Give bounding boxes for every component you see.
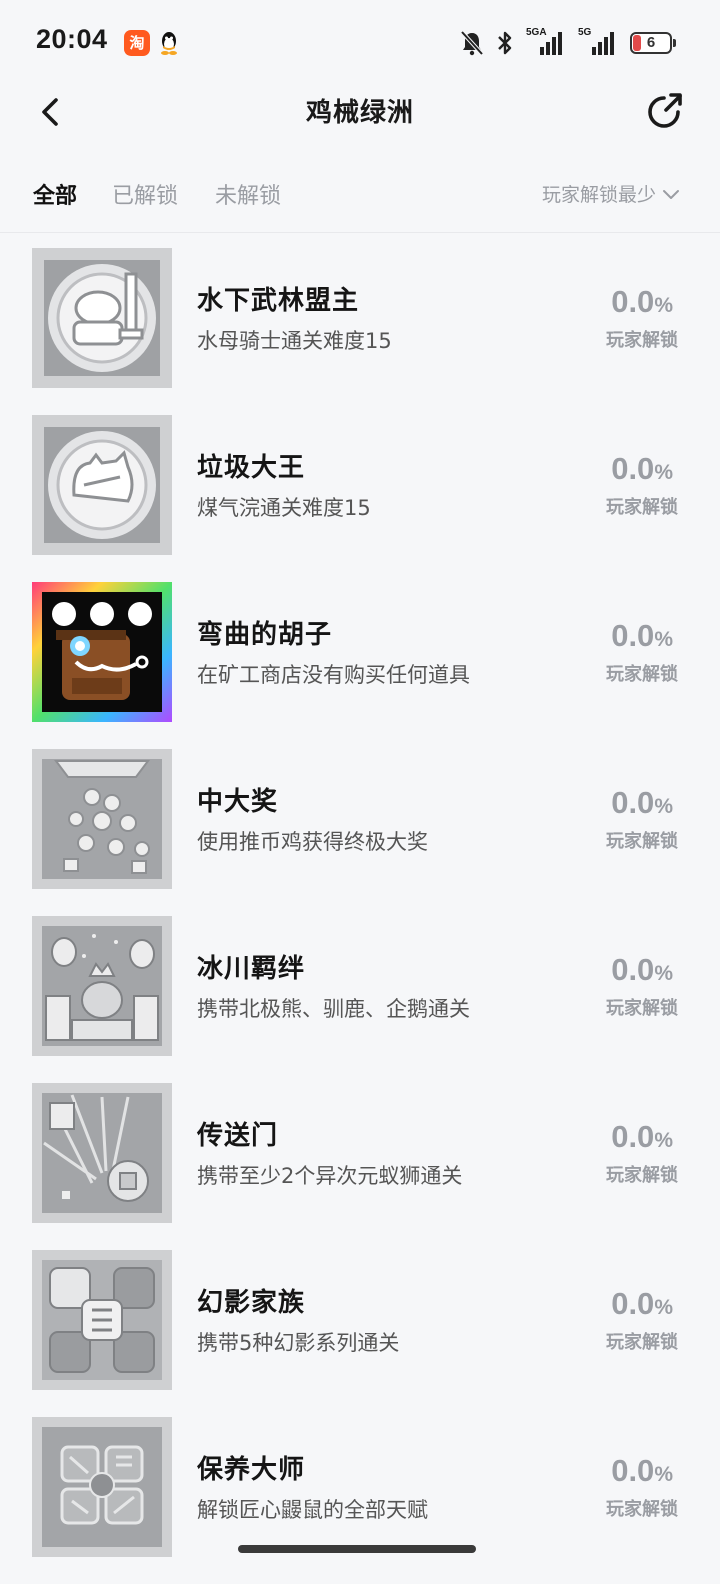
tools-icon: [32, 1417, 172, 1557]
list-item[interactable]: 垃圾大王 煤气浣通关难度15 0.0% 玩家解锁: [0, 415, 720, 582]
achievement-desc: 煤气浣通关难度15: [197, 496, 371, 520]
achievement-list: 水下武林盟主 水母骑士通关难度15 0.0% 玩家解锁 垃圾大王 煤气浣通关难度…: [0, 248, 720, 1584]
sort-dropdown[interactable]: 玩家解锁最少: [542, 180, 680, 207]
knight-badge-icon: [32, 248, 172, 388]
tab-all[interactable]: 全部: [33, 178, 77, 210]
signal-icon: 5G: [578, 27, 618, 57]
unlock-percent: 0.0%: [611, 618, 673, 653]
unlock-percent: 0.0%: [611, 284, 673, 319]
achievement-desc: 在矿工商店没有购买任何道具: [197, 663, 470, 687]
unlock-percent: 0.0%: [611, 1453, 673, 1488]
achievement-desc: 解锁匠心鼹鼠的全部天赋: [197, 1498, 428, 1522]
home-indicator[interactable]: [238, 1545, 476, 1553]
list-item[interactable]: 冰川羁绊 携带北极熊、驯鹿、企鹅通关 0.0% 玩家解锁: [0, 916, 720, 1083]
achievement-desc: 使用推币鸡获得终极大奖: [197, 830, 428, 854]
achievement-name: 弯曲的胡子: [197, 620, 333, 650]
taobao-icon: 淘: [124, 30, 150, 56]
list-item[interactable]: 幻影家族 携带5种幻影系列通关 0.0% 玩家解锁: [0, 1250, 720, 1417]
achievement-desc: 携带5种幻影系列通关: [197, 1331, 400, 1355]
unlock-label: 玩家解锁: [606, 330, 678, 351]
battery-icon: 6: [630, 32, 676, 54]
mute-icon: [460, 30, 484, 56]
list-item[interactable]: 中大奖 使用推币鸡获得终极大奖 0.0% 玩家解锁: [0, 749, 720, 916]
achievement-name: 垃圾大王: [197, 453, 306, 483]
status-icons: 5GA 5G 6: [460, 27, 676, 58]
miner-mustache-icon: [32, 582, 172, 722]
unlock-label: 玩家解锁: [606, 998, 678, 1019]
list-item[interactable]: 水下武林盟主 水母骑士通关难度15 0.0% 玩家解锁: [0, 248, 720, 415]
qq-icon: [161, 32, 177, 55]
unlock-percent: 0.0%: [611, 785, 673, 820]
achievement-name: 水下武林盟主: [197, 286, 360, 316]
header: 鸡械绿洲: [0, 84, 720, 140]
chevron-down-icon: [663, 189, 679, 199]
achievement-name: 传送门: [197, 1121, 279, 1151]
unlock-label: 玩家解锁: [606, 831, 678, 852]
list-item[interactable]: 弯曲的胡子 在矿工商店没有购买任何道具 0.0% 玩家解锁: [0, 582, 720, 749]
list-item[interactable]: 传送门 携带至少2个异次元蚁狮通关 0.0% 玩家解锁: [0, 1083, 720, 1250]
achievement-desc: 携带北极熊、驯鹿、企鹅通关: [197, 997, 470, 1021]
bluetooth-icon: [498, 31, 512, 55]
achievement-name: 幻影家族: [197, 1288, 306, 1318]
divider: [0, 232, 720, 233]
achievement-name: 保养大师: [197, 1455, 306, 1485]
unlock-percent: 0.0%: [611, 451, 673, 486]
tab-locked[interactable]: 未解锁: [215, 178, 281, 210]
achievement-desc: 携带至少2个异次元蚁狮通关: [197, 1164, 463, 1188]
coin-pusher-icon: [32, 749, 172, 889]
achievement-desc: 水母骑士通关难度15: [197, 329, 392, 353]
signal-icon: 5GA: [526, 27, 566, 57]
tab-unlocked[interactable]: 已解锁: [112, 178, 178, 210]
achievement-name: 冰川羁绊: [197, 954, 306, 984]
unlock-percent: 0.0%: [611, 1119, 673, 1154]
page-title: 鸡械绿洲: [305, 98, 414, 128]
unlock-label: 玩家解锁: [606, 497, 678, 518]
unlock-percent: 0.0%: [611, 1286, 673, 1321]
filter-tabs: 全部 已解锁 未解锁 玩家解锁最少: [0, 166, 720, 222]
list-item[interactable]: 保养大师 解锁匠心鼹鼠的全部天赋 0.0% 玩家解锁: [0, 1417, 720, 1584]
phantom-family-icon: [32, 1250, 172, 1390]
unlock-label: 玩家解锁: [606, 1165, 678, 1186]
unlock-label: 玩家解锁: [606, 1332, 678, 1353]
sort-label: 玩家解锁最少: [541, 184, 656, 206]
status-bar: 20:04 淘 5GA 5G 6: [0, 0, 720, 84]
status-time: 20:04: [36, 24, 108, 54]
unlock-percent: 0.0%: [611, 952, 673, 987]
glacier-icon: [32, 916, 172, 1056]
raccoon-badge-icon: [32, 415, 172, 555]
achievement-name: 中大奖: [197, 787, 279, 817]
unlock-label: 玩家解锁: [606, 1499, 678, 1520]
share-icon[interactable]: [642, 88, 688, 134]
battery-level: 6: [646, 34, 656, 51]
portal-icon: [32, 1083, 172, 1223]
unlock-label: 玩家解锁: [606, 664, 678, 685]
